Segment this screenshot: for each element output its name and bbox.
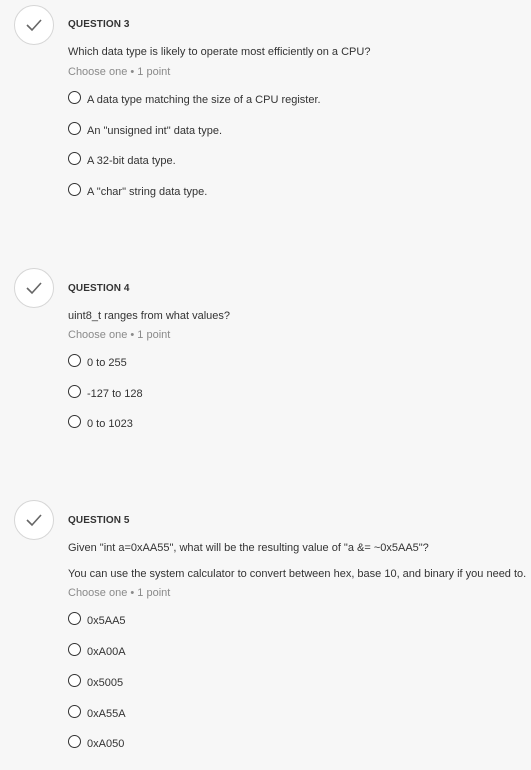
radio-icon[interactable] xyxy=(68,384,81,398)
answer-option-label: 0xA050 xyxy=(87,738,125,750)
answer-option-label: A data type matching the size of a CPU r… xyxy=(87,94,321,106)
radio-icon[interactable] xyxy=(68,673,81,687)
question-number: QUESTION 4 xyxy=(68,283,130,294)
question-prompt: Given "int a=0xAA55", what will be the r… xyxy=(68,542,429,554)
completed-check-badge xyxy=(14,268,54,308)
answer-option-label: A "char" string data type. xyxy=(87,186,208,198)
radio-icon[interactable] xyxy=(68,353,81,367)
radio-icon[interactable] xyxy=(68,414,81,428)
answer-option[interactable]: A 32-bit data type. xyxy=(68,151,176,168)
answer-option[interactable]: 0x5005 xyxy=(68,673,124,690)
answer-option-label: 0x5005 xyxy=(87,677,124,689)
radio-icon[interactable] xyxy=(68,611,81,625)
question-meta: Choose one • 1 point xyxy=(68,329,171,341)
question-prompt: Which data type is likely to operate mos… xyxy=(68,46,371,58)
answer-option[interactable]: 0xA050 xyxy=(68,734,125,751)
radio-icon[interactable] xyxy=(68,642,81,656)
radio-icon[interactable] xyxy=(68,121,81,135)
answer-option-label: 0xA00A xyxy=(87,646,126,658)
answer-option[interactable]: A data type matching the size of a CPU r… xyxy=(68,90,321,107)
question-number: QUESTION 5 xyxy=(68,515,130,526)
answer-option-label: 0xA55A xyxy=(87,708,126,720)
radio-icon[interactable] xyxy=(68,704,81,718)
question-note: You can use the system calculator to con… xyxy=(68,568,527,580)
answer-option[interactable]: 0xA00A xyxy=(68,642,126,659)
radio-icon[interactable] xyxy=(68,182,81,196)
question-prompt: uint8_t ranges from what values? xyxy=(68,310,231,322)
answer-option-label: An "unsigned int" data type. xyxy=(87,125,223,137)
completed-check-badge xyxy=(14,5,54,45)
answer-option[interactable]: 0 to 255 xyxy=(68,353,127,370)
answer-option-label: 0x5AA5 xyxy=(87,615,126,627)
answer-option[interactable]: 0x5AA5 xyxy=(68,611,126,628)
radio-icon[interactable] xyxy=(68,90,81,104)
checkmark-icon xyxy=(26,19,42,32)
answer-option[interactable]: 0 to 1023 xyxy=(68,414,133,431)
question-meta: Choose one • 1 point xyxy=(68,587,171,599)
radio-icon[interactable] xyxy=(68,734,81,748)
answer-option-label: -127 to 128 xyxy=(87,388,143,400)
question-number: QUESTION 3 xyxy=(68,19,130,30)
question-meta: Choose one • 1 point xyxy=(68,66,171,78)
answer-option-label: 0 to 1023 xyxy=(87,418,133,430)
answer-option[interactable]: An "unsigned int" data type. xyxy=(68,121,223,138)
radio-icon[interactable] xyxy=(68,151,81,165)
completed-check-badge xyxy=(14,500,54,540)
answer-option[interactable]: 0xA55A xyxy=(68,704,126,721)
answer-option-label: A 32-bit data type. xyxy=(87,155,176,167)
answer-option[interactable]: -127 to 128 xyxy=(68,384,143,401)
checkmark-icon xyxy=(26,514,42,527)
answer-option[interactable]: A "char" string data type. xyxy=(68,182,208,199)
checkmark-icon xyxy=(26,282,42,295)
answer-option-label: 0 to 255 xyxy=(87,357,127,369)
